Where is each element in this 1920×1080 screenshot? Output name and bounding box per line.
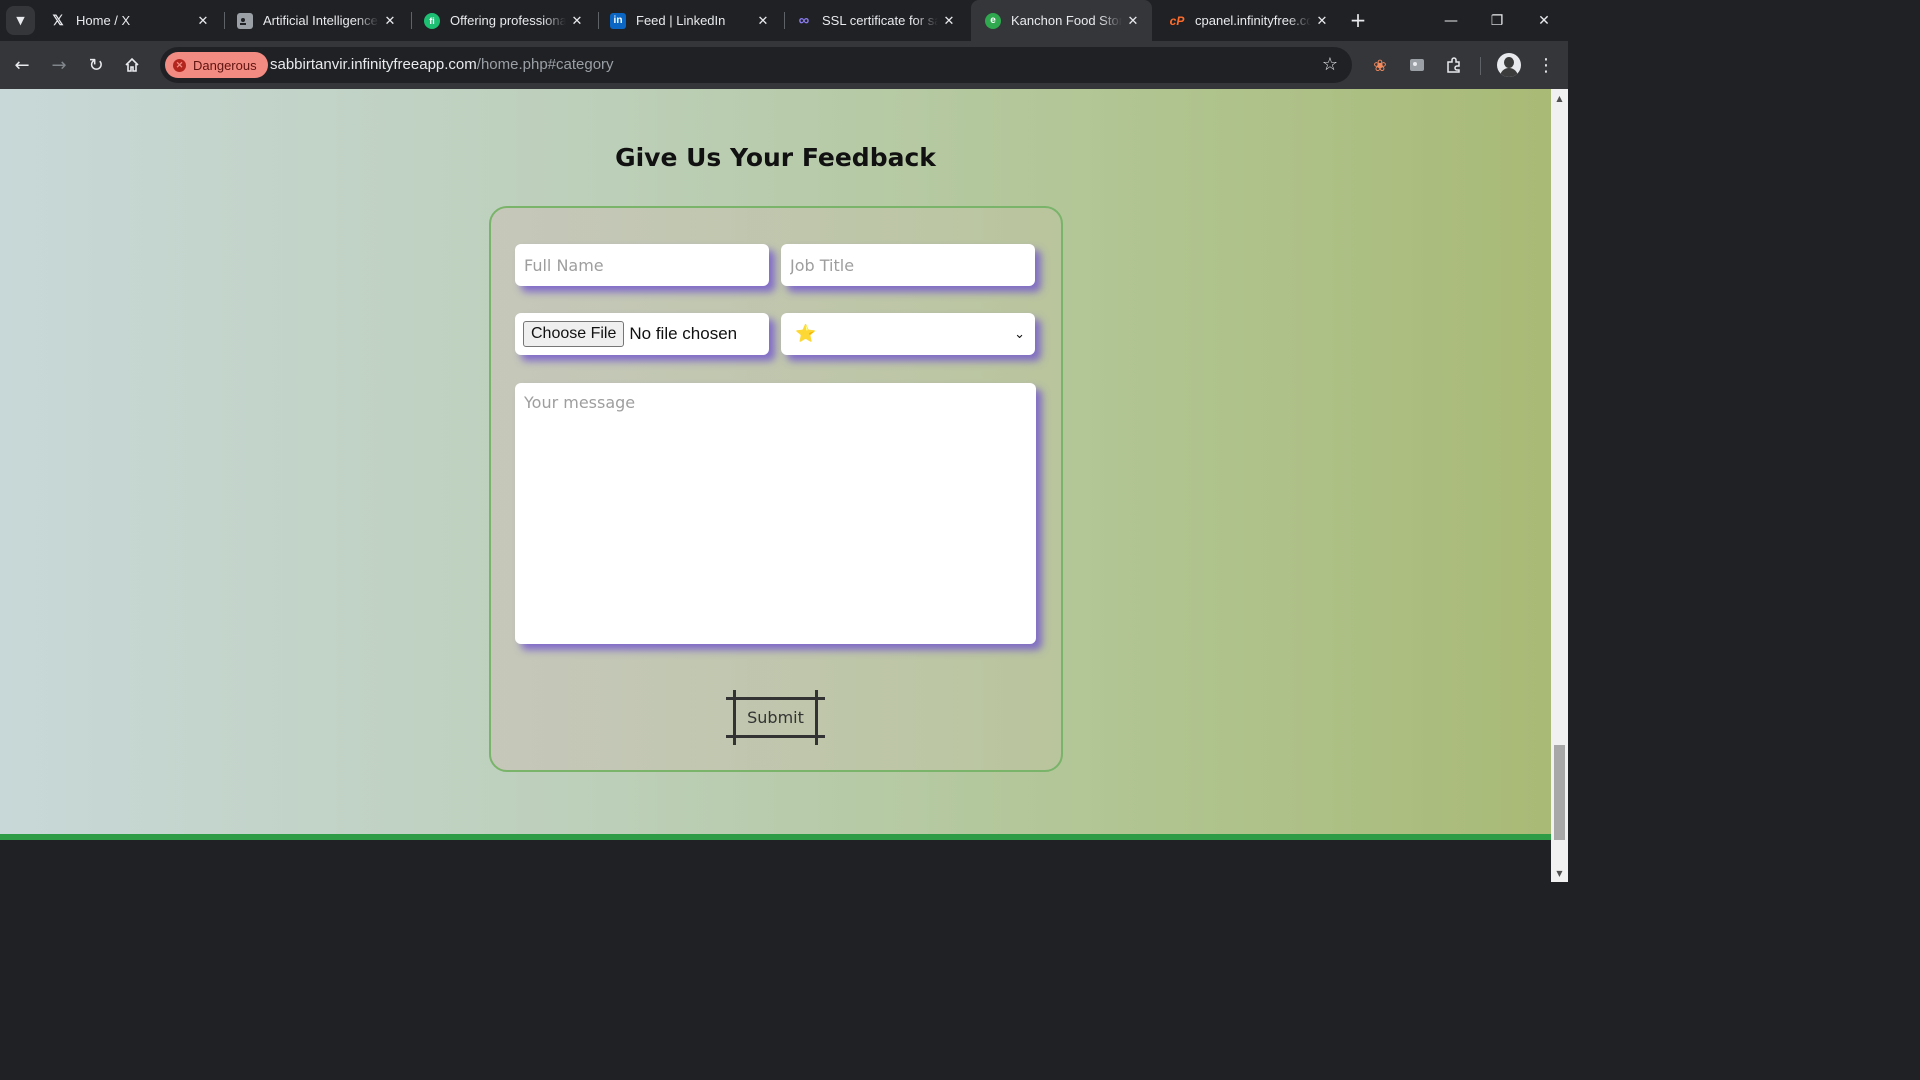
submit-frame-bottom-bar xyxy=(726,735,825,738)
profile-card-icon xyxy=(237,12,253,29)
full-name-input[interactable] xyxy=(515,244,769,286)
danger-icon: ✕ xyxy=(173,58,186,72)
security-status-label: Dangerous xyxy=(193,57,257,73)
file-status-text: No file chosen xyxy=(629,324,738,343)
submit-frame-top-bar xyxy=(726,697,825,700)
close-icon[interactable]: ✕ xyxy=(1122,10,1144,32)
extension-pinwheel-icon[interactable]: ❀ xyxy=(1367,52,1393,78)
bookmark-star-icon[interactable]: ☆ xyxy=(1322,54,1338,75)
forward-button[interactable]: → xyxy=(45,51,73,79)
close-icon[interactable]: ✕ xyxy=(752,10,774,32)
close-icon[interactable]: ✕ xyxy=(379,10,401,32)
profile-avatar[interactable] xyxy=(1497,53,1521,77)
submit-frame-left-bar xyxy=(733,690,736,745)
web-page: Give Us Your Feedback Choose File No fil… xyxy=(0,89,1551,882)
tab-search-button[interactable]: ▼ xyxy=(6,6,35,35)
infinity-icon: ∞ xyxy=(798,12,810,29)
restore-button[interactable]: ❐ xyxy=(1474,0,1520,41)
job-title-field[interactable] xyxy=(781,244,1035,286)
full-name-field[interactable] xyxy=(515,244,769,286)
photo-upload-field[interactable]: Choose File No file chosen xyxy=(515,313,769,355)
message-textarea[interactable] xyxy=(515,383,1036,644)
close-icon: ✕ xyxy=(1538,12,1550,29)
submit-button[interactable]: Submit xyxy=(726,690,825,745)
submit-label: Submit xyxy=(747,708,804,727)
chevron-down-icon: ⌄ xyxy=(1014,326,1025,342)
url-host: sabbirtanvir.infinityfreeapp.com xyxy=(270,56,477,73)
tab-strip: ▼ 𝕏 Home / X ✕ Artificial Intelligence ✕… xyxy=(0,0,1568,41)
kebab-menu-icon: ⋮ xyxy=(1537,54,1555,76)
tab-title: Offering professional xyxy=(450,13,566,28)
submit-frame-right-bar xyxy=(815,690,818,745)
toolbar-divider xyxy=(1480,57,1481,75)
choose-file-button[interactable]: Choose File xyxy=(523,321,625,347)
page-scrollbar[interactable]: ▲ ▼ xyxy=(1551,89,1568,882)
home-icon xyxy=(125,57,139,72)
job-title-input[interactable] xyxy=(781,244,1035,286)
linkedin-icon: in xyxy=(610,12,626,29)
close-window-button[interactable]: ✕ xyxy=(1521,0,1567,41)
browser-menu-button[interactable]: ⋮ xyxy=(1533,51,1559,79)
rating-select[interactable]: ⭐ ⌄ xyxy=(781,313,1035,355)
close-icon[interactable]: ✕ xyxy=(1311,10,1333,32)
url-text[interactable]: sabbirtanvir.infinityfreeapp.com/home.ph… xyxy=(270,56,614,73)
minimize-button[interactable]: — xyxy=(1428,0,1474,41)
page-footer xyxy=(0,840,1551,882)
message-field[interactable] xyxy=(515,383,1036,644)
arrow-left-icon: ← xyxy=(14,54,30,76)
chevron-down-icon: ▼ xyxy=(16,14,25,27)
browser-toolbar: ← → ↻ ✕ Dangerous sabbirtanvir.infinityf… xyxy=(0,41,1568,89)
reload-icon: ↻ xyxy=(88,54,104,76)
tab-linkedin-feed[interactable]: in Feed | LinkedIn ✕ xyxy=(596,0,782,41)
tab-cpanel-infinityfree[interactable]: cP cpanel.infinityfree.co ✕ xyxy=(1155,0,1341,41)
star-rating-value: ⭐ xyxy=(795,324,817,344)
home-button[interactable] xyxy=(118,51,146,79)
fiverr-icon: fi xyxy=(424,12,440,29)
close-icon[interactable]: ✕ xyxy=(566,10,588,32)
tab-fiverr-offering[interactable]: fi Offering professional ✕ xyxy=(410,0,596,41)
tab-title: Artificial Intelligence xyxy=(263,13,378,28)
restore-icon: ❐ xyxy=(1490,12,1504,29)
tab-kanchon-food-store[interactable]: e Kanchon Food Store ✕ xyxy=(971,0,1152,41)
scroll-up-icon[interactable]: ▲ xyxy=(1551,91,1568,105)
tab-title: SSL certificate for sal xyxy=(822,13,938,28)
edge-e-icon: e xyxy=(985,12,1001,29)
extension-puzzle-card-icon[interactable] xyxy=(1404,52,1430,78)
scroll-down-icon[interactable]: ▼ xyxy=(1551,866,1568,880)
arrow-right-icon: → xyxy=(51,54,67,76)
reload-button[interactable]: ↻ xyxy=(82,51,110,79)
tab-title: Feed | LinkedIn xyxy=(636,13,726,28)
tab-x-home[interactable]: 𝕏 Home / X ✕ xyxy=(36,0,222,41)
tab-title: Home / X xyxy=(76,13,131,28)
url-path: /home.php#category xyxy=(476,56,614,73)
tab-artificial-intelligence[interactable]: Artificial Intelligence ✕ xyxy=(223,0,409,41)
back-button[interactable]: ← xyxy=(8,51,36,79)
new-tab-button[interactable]: + xyxy=(1346,8,1370,32)
scrollbar-thumb[interactable] xyxy=(1554,745,1565,840)
close-icon[interactable]: ✕ xyxy=(192,10,214,32)
close-icon[interactable]: ✕ xyxy=(938,10,960,32)
page-title: Give Us Your Feedback xyxy=(615,143,936,172)
x-logo-icon: 𝕏 xyxy=(52,12,64,28)
tab-title: Kanchon Food Store xyxy=(1011,13,1122,28)
tab-title: cpanel.infinityfree.co xyxy=(1195,13,1311,28)
security-status-chip[interactable]: ✕ Dangerous xyxy=(165,52,268,78)
cpanel-icon: cP xyxy=(1169,13,1185,28)
address-bar[interactable]: ✕ Dangerous sabbirtanvir.infinityfreeapp… xyxy=(160,47,1352,83)
extensions-icon[interactable] xyxy=(1441,52,1467,78)
tab-ssl-certificate[interactable]: ∞ SSL certificate for sal ✕ xyxy=(782,0,968,41)
minimize-icon: — xyxy=(1444,12,1458,29)
plus-icon: + xyxy=(1349,8,1367,32)
